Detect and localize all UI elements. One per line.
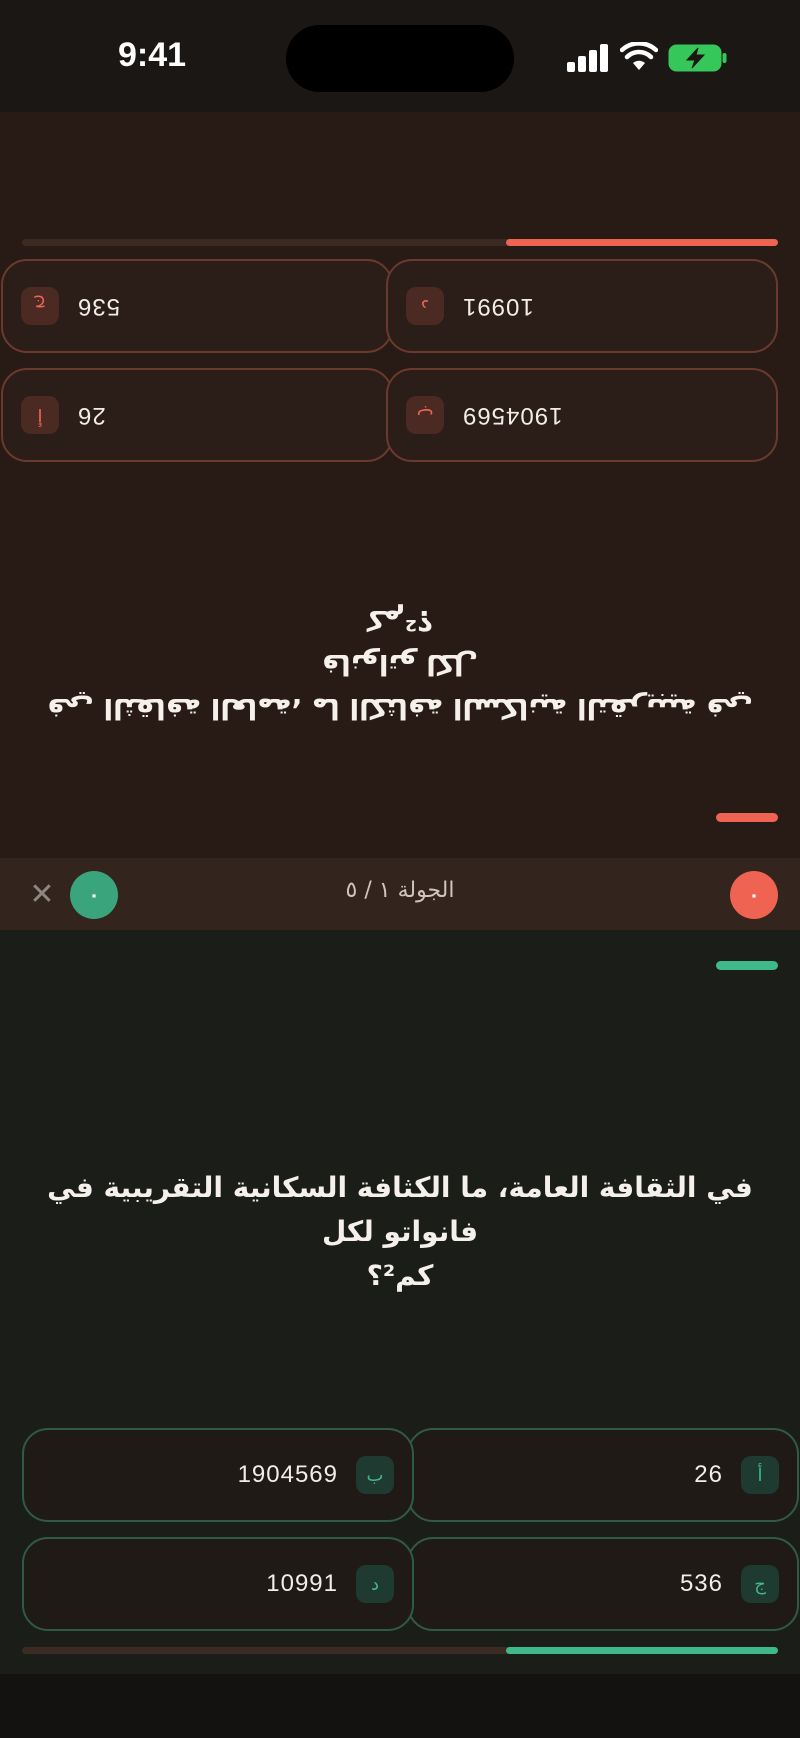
home-indicator-area: [0, 1674, 800, 1738]
opponent-turn-indicator: [716, 813, 778, 822]
status-bar: 9:41: [0, 0, 800, 112]
answer-value: 26: [694, 1461, 723, 1488]
answer-value: 26: [77, 402, 106, 429]
player-score-badge: ٠: [70, 871, 118, 919]
player-question-line1: في الثقافة العامة، ما الكثافة السكانية ا…: [47, 1171, 753, 1248]
player-answer-b[interactable]: ب 1904569: [22, 1428, 414, 1522]
battery-charging-icon: [668, 44, 727, 72]
answer-value: 10991: [462, 293, 534, 320]
opponent-answer-b[interactable]: ب 1904569: [386, 368, 778, 462]
player-question-line2: كم²؟: [366, 1259, 434, 1292]
player-answer-a[interactable]: أ 26: [407, 1428, 799, 1522]
opponent-panel: في الثقافة العامة، ما الكثافة السكانية ا…: [0, 112, 800, 858]
opponent-question: في الثقافة العامة، ما الكثافة السكانية ا…: [30, 598, 770, 730]
dynamic-island: [286, 25, 514, 92]
wifi-icon: [620, 42, 658, 70]
player-progress-fill: [505, 1647, 778, 1654]
opponent-progress-fill: [505, 239, 778, 246]
answer-letter: د: [406, 287, 444, 325]
player-answer-c[interactable]: ج 536: [407, 1537, 799, 1631]
close-button[interactable]: ✕: [22, 874, 62, 914]
opponent-panel-flipped: في الثقافة العامة، ما الكثافة السكانية ا…: [0, 112, 800, 858]
answer-letter: د: [356, 1565, 394, 1603]
close-icon: ✕: [29, 876, 55, 912]
opponent-answer-a[interactable]: أ 26: [1, 368, 393, 462]
round-bar: ✕ ٠ الجولة ١ / ٥ ٠: [0, 858, 800, 930]
answer-letter: ج: [21, 287, 59, 325]
opponent-question-line2: كم²؟: [366, 604, 434, 637]
answer-letter: ب: [406, 396, 444, 434]
player-question: في الثقافة العامة، ما الكثافة السكانية ا…: [30, 1166, 770, 1298]
player-panel: في الثقافة العامة، ما الكثافة السكانية ا…: [0, 930, 800, 1674]
status-time: 9:41: [118, 36, 187, 74]
opponent-score-badge: ٠: [730, 871, 778, 919]
answer-value: 1904569: [237, 1461, 338, 1488]
answer-letter: ب: [356, 1456, 394, 1494]
player-answer-d[interactable]: د 10991: [22, 1537, 414, 1631]
answer-value: 536: [77, 293, 121, 320]
answer-value: 1904569: [462, 402, 563, 429]
player-progress-bar: [22, 1647, 778, 1654]
answer-letter: أ: [741, 1456, 779, 1494]
answer-letter: ج: [741, 1565, 779, 1603]
answer-value: 536: [679, 1570, 723, 1597]
answer-value: 10991: [266, 1570, 338, 1597]
cellular-signal-icon: [567, 44, 609, 72]
player-turn-indicator: [716, 961, 778, 970]
opponent-answer-c[interactable]: ج 536: [1, 259, 393, 353]
opponent-question-line1: في الثقافة العامة، ما الكثافة السكانية ا…: [47, 648, 753, 725]
opponent-progress-bar: [22, 239, 778, 246]
answer-letter: أ: [21, 396, 59, 434]
round-label: الجولة ١ / ٥: [345, 878, 455, 903]
opponent-answer-d[interactable]: د 10991: [386, 259, 778, 353]
